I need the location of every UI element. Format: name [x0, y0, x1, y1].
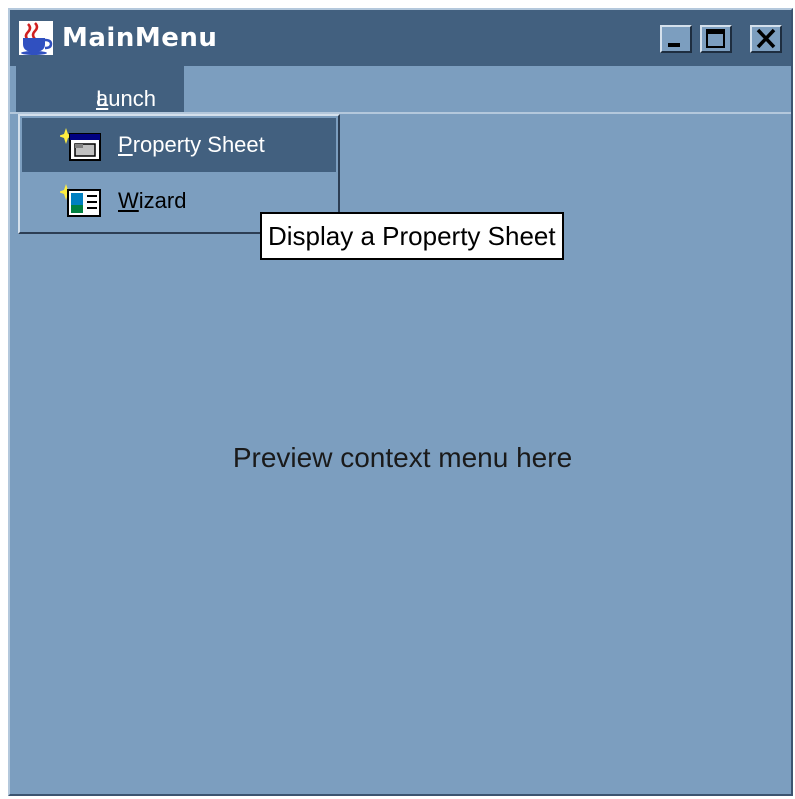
close-icon	[756, 28, 776, 49]
menu-item-property-sheet[interactable]: Property Sheet	[22, 118, 336, 172]
close-button[interactable]	[750, 25, 782, 53]
menu-item-wizard-label: Wizard	[118, 188, 187, 213]
minimize-button[interactable]	[660, 25, 692, 53]
java-cup-icon	[18, 20, 54, 56]
main-window: MainMenu Launch Property Sheet Wizard Di…	[8, 8, 793, 796]
wizard-icon	[58, 182, 102, 220]
menu-item-property-sheet-label: Property Sheet	[118, 132, 265, 157]
maximize-button[interactable]	[700, 25, 732, 53]
tooltip: Display a Property Sheet	[260, 212, 564, 260]
maximize-icon	[706, 29, 725, 48]
window-title: MainMenu	[62, 23, 218, 53]
property-sheet-icon	[58, 126, 102, 164]
menu-bar: Launch	[10, 66, 791, 114]
title-bar[interactable]: MainMenu	[10, 10, 791, 66]
menu-launch[interactable]: Launch	[16, 66, 184, 112]
minimize-icon	[668, 43, 680, 47]
preview-context-area-text: Preview context menu here	[232, 442, 573, 473]
